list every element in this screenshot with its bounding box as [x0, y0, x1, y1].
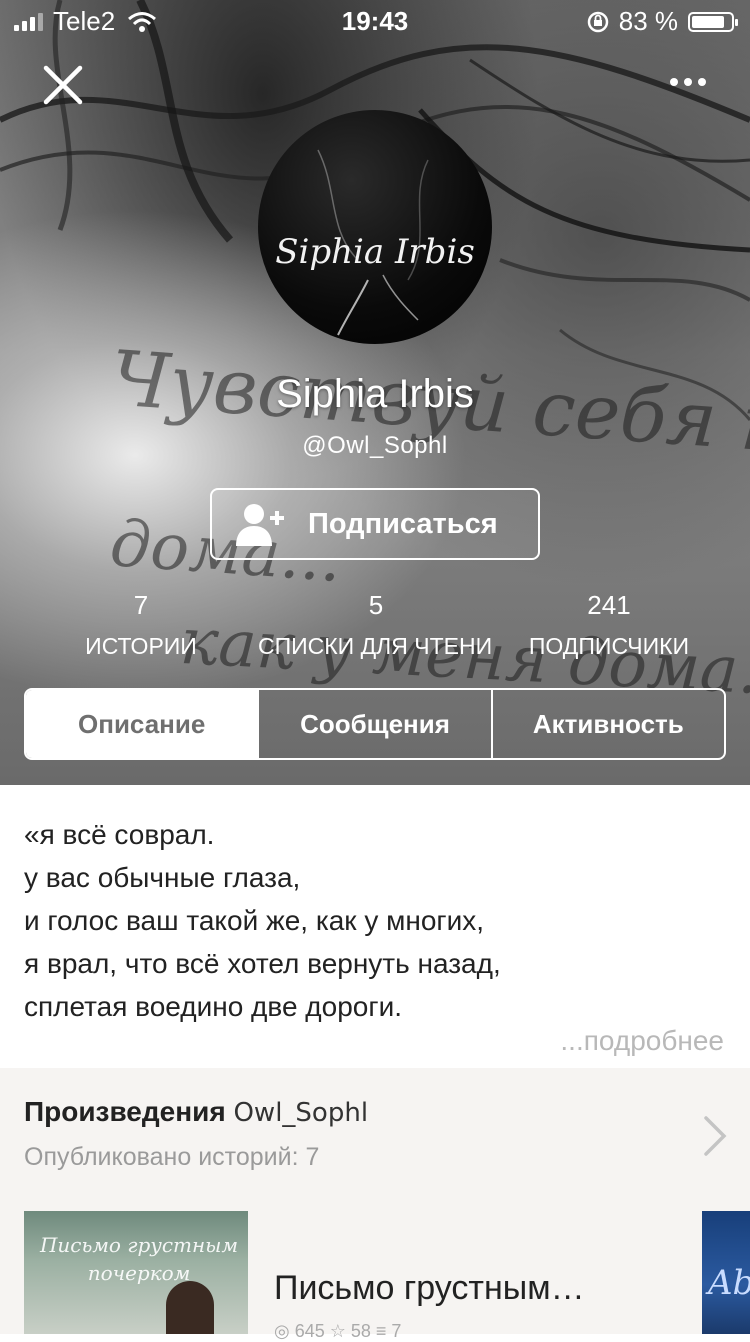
profile-tabs: Описание Сообщения Активность [24, 688, 726, 760]
add-user-icon [236, 504, 284, 546]
close-button[interactable] [40, 62, 86, 108]
story-title: Письмо грустным… [274, 1269, 585, 1307]
story-card[interactable]: Письмо грустным почерком Письмо грустным… [24, 1211, 689, 1341]
stat-value: 7 [133, 590, 149, 620]
tab-messages[interactable]: Сообщения [257, 690, 490, 758]
read-more-link[interactable]: ...подробнее [560, 1025, 724, 1057]
cover-figure [166, 1281, 214, 1334]
stat-reading-lists[interactable]: 5 СПИСКИ ДЛЯ ЧТЕНИ [258, 590, 494, 660]
works-author: Owl_Sophl [233, 1098, 369, 1128]
battery-percent: 83 % [618, 6, 678, 36]
stat-value: 241 [587, 590, 631, 620]
stat-label: СПИСКИ ДЛЯ ЧТЕНИ [258, 633, 493, 659]
tab-activity[interactable]: Активность [490, 690, 724, 758]
stat-stories[interactable]: 7 ИСТОРИИ [21, 590, 261, 660]
story-cover-text: Письмо грустным почерком [39, 1233, 239, 1285]
description-line: у вас обычные глаза, [24, 862, 301, 893]
profile-handle: @Owl_Sophl [302, 432, 448, 459]
chevron-right-icon[interactable] [702, 1114, 728, 1158]
more-options-button[interactable] [666, 72, 710, 92]
close-icon [43, 65, 83, 105]
works-section: Произведения Owl_Sophl Опубликовано исто… [0, 1068, 750, 1341]
description-line: сплетая воедино две дороги. [24, 991, 402, 1022]
stat-value: 5 [368, 590, 384, 620]
next-story-cover-image[interactable]: Ab [702, 1211, 750, 1334]
stat-label: ПОДПИСЧИКИ [528, 633, 690, 659]
next-story-cover-text: Ab [708, 1263, 750, 1303]
works-title-label: Произведения [24, 1096, 226, 1127]
avatar-silhouette-image [317, 149, 429, 336]
stat-followers[interactable]: 241 ПОДПИСЧИКИ [489, 590, 729, 660]
battery-icon [688, 11, 738, 32]
profile-name: Siphia Irbis [276, 372, 474, 416]
more-dots-icon [670, 78, 678, 86]
description-line: «я всё соврал. [24, 819, 215, 850]
profile-description: «я всё соврал. у вас обычные глаза, и го… [0, 785, 750, 1068]
follow-button[interactable]: Подписаться [210, 488, 540, 560]
works-count: Опубликовано историй: 7 [24, 1143, 320, 1171]
stat-label: ИСТОРИИ [85, 633, 197, 659]
orientation-lock-icon [587, 11, 608, 32]
avatar: Siphia Irbis [258, 110, 492, 344]
profile-stats: 7 ИСТОРИИ 5 СПИСКИ ДЛЯ ЧТЕНИ 241 ПОДПИСЧ… [0, 590, 750, 660]
description-line: и голос ваш такой же, как у многих, [24, 905, 485, 936]
story-cover-image: Письмо грустным почерком [24, 1211, 248, 1334]
story-meta: ◎ 645 ☆ 58 ≡ 7 [274, 1321, 402, 1341]
description-line: я врал, что всё хотел вернуть назад, [24, 948, 501, 979]
avatar-logo-text: Siphia Irbis [275, 232, 475, 272]
tab-description[interactable]: Описание [26, 690, 258, 758]
works-title[interactable]: Произведения Owl_Sophl [24, 1096, 368, 1128]
description-text: «я всё соврал. у вас обычные глаза, и го… [24, 813, 501, 1028]
battery-fill [692, 15, 724, 28]
follow-button-label: Подписаться [308, 507, 498, 540]
status-bar: Tele2 19:43 83 % [0, 0, 750, 40]
